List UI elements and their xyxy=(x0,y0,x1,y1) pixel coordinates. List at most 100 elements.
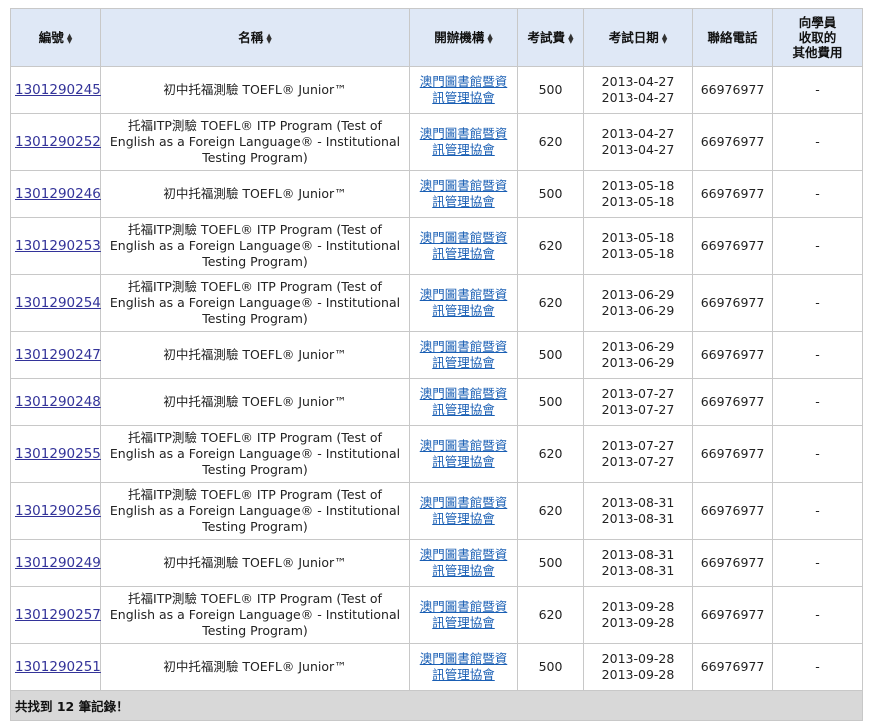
organizer-cell: 澳門圖書館暨資 訊管理協會 xyxy=(409,331,518,379)
id-cell: 1301290249 xyxy=(10,539,101,587)
organizer-link-line: 澳門圖書館暨資 xyxy=(419,547,508,562)
sort-arrows-icon[interactable]: ▲ ▼ xyxy=(67,32,72,44)
fee-cell: 500 xyxy=(517,170,584,218)
sort-arrows-icon[interactable]: ▲ ▼ xyxy=(662,32,667,44)
exam-name-cell: 托福ITP測驗 TOEFL® ITP Program (Test of Engl… xyxy=(100,586,410,644)
table-row: 1301290257 托福ITP測驗 TOEFL® ITP Program (Te… xyxy=(10,586,863,644)
organizer-link-line: 澳門圖書館暨資 xyxy=(419,438,508,453)
date-start: 2013-05-18 xyxy=(601,230,675,245)
organizer-link-line: 澳門圖書館暨資 xyxy=(419,230,508,245)
exam-id-link[interactable]: 1301290245 xyxy=(15,82,101,98)
fee-cell: 620 xyxy=(517,586,584,644)
date-end: 2013-05-18 xyxy=(601,194,675,209)
date-start: 2013-04-27 xyxy=(601,126,675,141)
organizer-link-line: 澳門圖書館暨資 xyxy=(419,287,508,302)
exam-id-link[interactable]: 1301290257 xyxy=(15,607,101,623)
exam-id-link[interactable]: 1301290254 xyxy=(15,295,101,311)
other-fees-cell: - xyxy=(772,170,863,218)
column-header-date[interactable]: 考試日期 ▲ ▼ xyxy=(583,8,693,67)
exam-date-cell: 2013-07-27 2013-07-27 xyxy=(583,378,693,426)
phone-cell: 66976977 xyxy=(692,539,773,587)
date-end: 2013-08-31 xyxy=(601,563,675,578)
phone-cell: 66976977 xyxy=(692,643,773,691)
organizer-cell: 澳門圖書館暨資 訊管理協會 xyxy=(409,378,518,426)
organizer-cell: 澳門圖書館暨資 訊管理協會 xyxy=(409,66,518,114)
table-row: 1301290251 初中托福測驗 TOEFL® Junior™ 澳門圖書館暨資 訊管… xyxy=(10,643,863,691)
organizer-link[interactable]: 澳門圖書館暨資 訊管理協會 xyxy=(413,287,514,319)
id-cell: 1301290256 xyxy=(10,482,101,540)
organizer-link-line: 訊管理協會 xyxy=(432,615,495,630)
organizer-link[interactable]: 澳門圖書館暨資 訊管理協會 xyxy=(413,438,514,470)
organizer-link[interactable]: 澳門圖書館暨資 訊管理協會 xyxy=(413,386,514,418)
date-start: 2013-08-31 xyxy=(601,495,675,510)
organizer-link-line: 訊管理協會 xyxy=(432,511,495,526)
organizer-link[interactable]: 澳門圖書館暨資 訊管理協會 xyxy=(413,126,514,158)
exam-id-link[interactable]: 1301290247 xyxy=(15,347,101,363)
organizer-link[interactable]: 澳門圖書館暨資 訊管理協會 xyxy=(413,495,514,527)
date-end: 2013-04-27 xyxy=(601,90,675,105)
date-start: 2013-07-27 xyxy=(601,386,675,401)
table-row: 1301290252 托福ITP測驗 TOEFL® ITP Program (Te… xyxy=(10,113,863,171)
organizer-link[interactable]: 澳門圖書館暨資 訊管理協會 xyxy=(413,74,514,106)
other-fees-cell: - xyxy=(772,586,863,644)
column-header-label: 其他費用 xyxy=(792,45,843,60)
column-header-name[interactable]: 名稱 ▲ ▼ xyxy=(100,8,410,67)
sort-arrows-icon[interactable]: ▲ ▼ xyxy=(568,32,573,44)
exam-id-link[interactable]: 1301290251 xyxy=(15,659,101,675)
other-fees-cell: - xyxy=(772,482,863,540)
column-header-label: 向學員 xyxy=(798,15,837,30)
exam-id-link[interactable]: 1301290255 xyxy=(15,446,101,462)
other-fees-cell: - xyxy=(772,66,863,114)
phone-cell: 66976977 xyxy=(692,274,773,332)
id-cell: 1301290247 xyxy=(10,331,101,379)
table-row: 1301290246 初中托福測驗 TOEFL® Junior™ 澳門圖書館暨資 訊管… xyxy=(10,170,863,218)
table-row: 1301290248 初中托福測驗 TOEFL® Junior™ 澳門圖書館暨資 訊管… xyxy=(10,378,863,426)
fee-cell: 620 xyxy=(517,482,584,540)
exam-date-cell: 2013-09-28 2013-09-28 xyxy=(583,643,693,691)
sort-arrows-icon[interactable]: ▲ ▼ xyxy=(266,32,271,44)
exam-id-link[interactable]: 1301290256 xyxy=(15,503,101,519)
organizer-cell: 澳門圖書館暨資 訊管理協會 xyxy=(409,425,518,483)
exam-id-link[interactable]: 1301290246 xyxy=(15,186,101,202)
column-header-id[interactable]: 編號 ▲ ▼ xyxy=(10,8,101,67)
organizer-link-line: 澳門圖書館暨資 xyxy=(419,386,508,401)
exam-name-cell: 初中托福測驗 TOEFL® Junior™ xyxy=(100,170,410,218)
fee-cell: 620 xyxy=(517,425,584,483)
organizer-link-line: 訊管理協會 xyxy=(432,246,495,261)
exam-id-link[interactable]: 1301290253 xyxy=(15,238,101,254)
table-row: 1301290254 托福ITP測驗 TOEFL® ITP Program (Te… xyxy=(10,274,863,332)
organizer-link[interactable]: 澳門圖書館暨資 訊管理協會 xyxy=(413,651,514,683)
organizer-link[interactable]: 澳門圖書館暨資 訊管理協會 xyxy=(413,230,514,262)
exam-name-cell: 托福ITP測驗 TOEFL® ITP Program (Test of Engl… xyxy=(100,217,410,275)
sort-arrows-icon[interactable]: ▲ ▼ xyxy=(487,32,492,44)
exam-id-link[interactable]: 1301290249 xyxy=(15,555,101,571)
exam-date-cell: 2013-06-29 2013-06-29 xyxy=(583,274,693,332)
id-cell: 1301290254 xyxy=(10,274,101,332)
organizer-link-line: 訊管理協會 xyxy=(432,667,495,682)
exam-id-link[interactable]: 1301290252 xyxy=(15,134,101,150)
other-fees-cell: - xyxy=(772,274,863,332)
date-start: 2013-06-29 xyxy=(601,339,675,354)
phone-cell: 66976977 xyxy=(692,113,773,171)
exam-id-link[interactable]: 1301290248 xyxy=(15,394,101,410)
id-cell: 1301290251 xyxy=(10,643,101,691)
organizer-link[interactable]: 澳門圖書館暨資 訊管理協會 xyxy=(413,599,514,631)
organizer-link[interactable]: 澳門圖書館暨資 訊管理協會 xyxy=(413,339,514,371)
organizer-link[interactable]: 澳門圖書館暨資 訊管理協會 xyxy=(413,178,514,210)
organizer-link[interactable]: 澳門圖書館暨資 訊管理協會 xyxy=(413,547,514,579)
exam-name-cell: 托福ITP測驗 TOEFL® ITP Program (Test of Engl… xyxy=(100,425,410,483)
date-end: 2013-08-31 xyxy=(601,511,675,526)
other-fees-cell: - xyxy=(772,539,863,587)
column-header-other-fees: 向學員 收取的 其他費用 xyxy=(772,8,863,67)
other-fees-cell: - xyxy=(772,643,863,691)
organizer-cell: 澳門圖書館暨資 訊管理協會 xyxy=(409,170,518,218)
fee-cell: 620 xyxy=(517,274,584,332)
organizer-link-line: 澳門圖書館暨資 xyxy=(419,651,508,666)
table-row: 1301290245 初中托福測驗 TOEFL® Junior™ 澳門圖書館暨資 訊管… xyxy=(10,66,863,114)
column-header-fee[interactable]: 考試費 ▲ ▼ xyxy=(517,8,584,67)
exam-results-table: 編號 ▲ ▼ 名稱 ▲ ▼ 開辦機構 ▲ ▼ 考試費 ▲ ▼ 考試日期 ▲ ▼ 聯絡電話 xyxy=(10,8,863,721)
organizer-link-line: 澳門圖書館暨資 xyxy=(419,74,508,89)
id-cell: 1301290255 xyxy=(10,425,101,483)
column-header-org[interactable]: 開辦機構 ▲ ▼ xyxy=(409,8,518,67)
exam-date-cell: 2013-04-27 2013-04-27 xyxy=(583,113,693,171)
